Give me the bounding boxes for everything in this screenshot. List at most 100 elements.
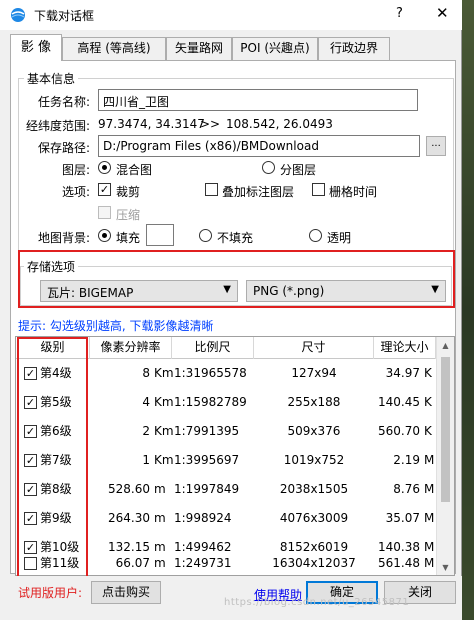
scale-cell: 1:1997849 xyxy=(174,482,240,496)
resolution-unit: Km xyxy=(154,453,174,467)
scrollbar-thumb[interactable] xyxy=(441,357,450,502)
theory-size-cell: 34.97 xyxy=(385,366,420,380)
buy-button[interactable]: 点击购买 xyxy=(91,581,161,604)
resolution-cell: 528.60 xyxy=(108,482,150,496)
size-cell: 127x94 xyxy=(291,366,337,380)
level-checkbox[interactable]: ✓ xyxy=(24,454,37,467)
header-theory-size[interactable]: 理论大小 xyxy=(374,337,436,359)
bg-fill-color-swatch[interactable] xyxy=(146,224,174,246)
scale-cell: 1:31965578 xyxy=(174,366,247,380)
theory-size-cell: 35.07 xyxy=(385,511,420,525)
resolution-unit: m xyxy=(154,556,166,570)
title-bar: 下载对话框 ? ✕ xyxy=(0,0,462,30)
scroll-up-icon[interactable]: ▲ xyxy=(437,337,454,354)
help-icon[interactable]: ? xyxy=(396,6,403,21)
level-cell: 第8级 xyxy=(40,482,72,496)
layer-separate-radio[interactable] xyxy=(262,161,275,174)
crop-label: 裁剪 xyxy=(116,185,141,199)
browse-button[interactable]: ... xyxy=(426,136,446,156)
theory-size-cell: 560.70 xyxy=(378,424,420,438)
tile-format-select[interactable]: 瓦片: BIGEMAP ▼ xyxy=(40,280,238,302)
close-icon[interactable]: ✕ xyxy=(436,4,449,22)
level-checkbox[interactable]: ✓ xyxy=(24,483,37,496)
size-cell: 16304x12037 xyxy=(272,556,356,570)
tab-elevation[interactable]: 高程 (等高线) xyxy=(62,37,166,60)
level-cell: 第11级 xyxy=(40,556,80,570)
level-checkbox[interactable]: ✓ xyxy=(24,512,37,525)
watermark-text: https://blog.csdn.net/u_26545871 xyxy=(224,597,410,608)
tab-admin-boundary[interactable]: 行政边界 xyxy=(318,37,390,60)
header-size[interactable]: 尺寸 xyxy=(254,337,374,359)
theory-size-cell: 561.48 xyxy=(378,556,420,570)
bg-transparent-radio[interactable] xyxy=(309,229,322,242)
table-row[interactable]: ✓ 第5级 4 Km 1:15982789 255x188 140.45 K xyxy=(16,388,436,417)
level-checkbox[interactable] xyxy=(24,557,37,570)
grid-time-checkbox[interactable] xyxy=(312,183,325,196)
app-globe-icon xyxy=(11,8,25,22)
task-name-input[interactable]: 四川省_卫图 xyxy=(98,89,418,111)
table-row[interactable]: ✓ 第4级 8 Km 1:31965578 127x94 34.97 K xyxy=(16,359,436,388)
theory-size-unit: K xyxy=(424,366,432,380)
bg-transparent-label: 透明 xyxy=(327,231,352,245)
table-row[interactable]: ✓ 第7级 1 Km 1:3995697 1019x752 2.19 M xyxy=(16,446,436,475)
storage-title: 存储选项 xyxy=(24,258,79,275)
level-checkbox[interactable]: ✓ xyxy=(24,425,37,438)
bg-nofill-radio[interactable] xyxy=(199,229,212,242)
save-path-input[interactable]: D:/Program Files (x86)/BMDownload xyxy=(98,135,420,157)
image-format-select[interactable]: PNG (*.png) ▼ xyxy=(246,280,446,302)
resolution-cell: 8 xyxy=(142,366,150,380)
scale-cell: 1:249731 xyxy=(174,556,232,570)
table-scrollbar[interactable]: ▲ ▼ xyxy=(436,337,454,575)
bg-fill-radio[interactable] xyxy=(98,229,111,242)
level-cell: 第6级 xyxy=(40,424,72,438)
theory-size-cell: 140.45 xyxy=(378,395,420,409)
resolution-cell: 2 xyxy=(142,424,150,438)
extent-from: 97.3474, 34.3147 xyxy=(98,117,205,131)
scroll-down-icon[interactable]: ▼ xyxy=(437,559,454,575)
compress-checkbox[interactable] xyxy=(98,206,111,219)
extent-arrow: >> xyxy=(200,117,221,131)
table-row[interactable]: ✓ 第8级 528.60 m 1:1997849 2038x1505 8.76 … xyxy=(16,475,436,504)
compress-label: 压缩 xyxy=(116,208,141,222)
theory-size-unit: K xyxy=(424,424,432,438)
crop-checkbox[interactable]: ✓ xyxy=(98,183,111,196)
tab-poi[interactable]: POI (兴趣点) xyxy=(232,37,318,60)
theory-size-cell: 2.19 xyxy=(393,453,420,467)
theory-size-unit: M xyxy=(424,453,435,467)
overlay-label-checkbox[interactable] xyxy=(205,183,218,196)
header-resolution[interactable]: 像素分辨率 xyxy=(90,337,172,359)
size-cell: 2038x1505 xyxy=(279,482,349,496)
resolution-unit: Km xyxy=(154,424,174,438)
table-row[interactable]: 第11级 66.07 m 1:249731 16304x12037 561.48… xyxy=(16,549,436,575)
bg-fill-label: 填充 xyxy=(116,231,141,245)
size-cell: 509x376 xyxy=(287,424,341,438)
table-header: 级别 像素分辨率 比例尺 尺寸 理论大小 xyxy=(16,337,436,359)
map-background-label: 地图背景: xyxy=(38,231,91,245)
options-label: 选项: xyxy=(62,185,91,199)
size-cell: 4076x3009 xyxy=(279,511,349,525)
task-name-label: 任务名称: xyxy=(38,95,91,109)
table-row[interactable]: ✓ 第6级 2 Km 1:7991395 509x376 560.70 K xyxy=(16,417,436,446)
level-checkbox[interactable]: ✓ xyxy=(24,367,37,380)
header-scale[interactable]: 比例尺 xyxy=(172,337,254,359)
resolution-cell: 264.30 xyxy=(108,511,150,525)
scale-cell: 1:3995697 xyxy=(174,453,240,467)
scale-cell: 1:15982789 xyxy=(174,395,247,409)
size-cell: 1019x752 xyxy=(283,453,345,467)
theory-size-cell: 8.76 xyxy=(393,482,420,496)
tab-vector-roads[interactable]: 矢量路网 xyxy=(166,37,232,60)
layer-mixed-radio[interactable] xyxy=(98,161,111,174)
overlay-label-text: 叠加标注图层 xyxy=(222,185,295,199)
scale-cell: 1:7991395 xyxy=(174,424,240,438)
table-row[interactable]: ✓ 第9级 264.30 m 1:998924 4076x3009 35.07 … xyxy=(16,504,436,533)
scale-cell: 1:998924 xyxy=(174,511,232,525)
resolution-cell: 66.07 xyxy=(115,556,150,570)
header-level[interactable]: 级别 xyxy=(16,337,90,359)
chevron-down-icon: ▼ xyxy=(431,284,439,295)
bg-nofill-label: 不填充 xyxy=(217,231,254,245)
image-format-value: PNG (*.png) xyxy=(253,284,325,298)
level-table: 级别 像素分辨率 比例尺 尺寸 理论大小 ✓ 第4级 8 Km 1:319655… xyxy=(15,336,455,576)
layer-mixed-label: 混合图 xyxy=(116,163,153,177)
tab-imagery[interactable]: 影 像 xyxy=(10,34,62,61)
level-checkbox[interactable]: ✓ xyxy=(24,396,37,409)
